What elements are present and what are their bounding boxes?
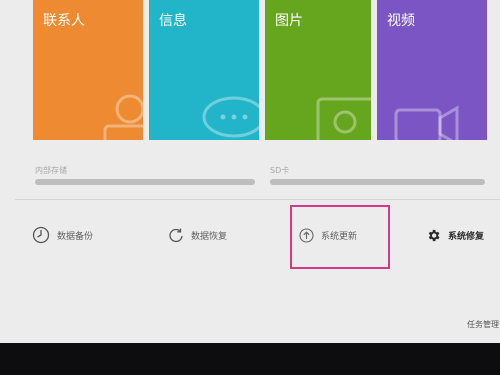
tile-messages[interactable]: 信息 bbox=[149, 0, 259, 140]
restore-icon bbox=[169, 228, 183, 243]
storage-internal-fill bbox=[35, 179, 255, 185]
app-window: 联系人 信息 图片 视频 内部存储 SD卡 数据备份 数据恢复 系统更新 系统修… bbox=[0, 0, 500, 343]
backup-label: 数据备份 bbox=[57, 231, 94, 242]
restore-label: 数据恢复 bbox=[191, 231, 228, 242]
gear-icon bbox=[428, 229, 440, 241]
tile-messages-label: 信息 bbox=[159, 13, 187, 29]
restore-button[interactable]: 数据恢复 bbox=[168, 224, 227, 246]
video-icon bbox=[394, 105, 459, 140]
tile-videos[interactable]: 视频 bbox=[377, 0, 487, 140]
image-icon bbox=[316, 97, 371, 140]
system-repair-button[interactable]: 系统修复 bbox=[426, 224, 484, 246]
contact-icon bbox=[103, 94, 143, 140]
storage-internal-bar bbox=[35, 179, 255, 185]
task-manager-label[interactable]: 任务管理 bbox=[467, 319, 499, 330]
tile-pictures-label: 图片 bbox=[275, 13, 303, 29]
message-icon bbox=[202, 96, 259, 138]
storage-sd-fill bbox=[270, 179, 485, 185]
tile-contacts-label: 联系人 bbox=[43, 13, 85, 29]
storage-internal-label: 内部存储 bbox=[35, 166, 67, 175]
storage-sd-label: SD卡 bbox=[270, 166, 290, 175]
divider bbox=[15, 199, 500, 200]
backup-button[interactable]: 数据备份 bbox=[32, 224, 93, 246]
highlight-box bbox=[290, 205, 390, 269]
tile-pictures[interactable]: 图片 bbox=[265, 0, 371, 140]
tile-videos-label: 视频 bbox=[387, 13, 415, 29]
tile-contacts[interactable]: 联系人 bbox=[33, 0, 143, 140]
storage-sd-bar bbox=[270, 179, 485, 185]
system-repair-label: 系统修复 bbox=[448, 231, 485, 242]
backup-clock-icon bbox=[32, 226, 50, 244]
